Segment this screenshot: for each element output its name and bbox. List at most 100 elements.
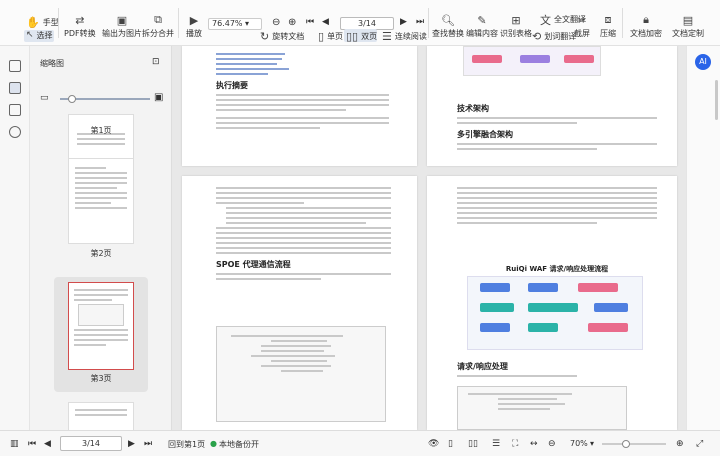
play-icon: ▶ (189, 13, 199, 27)
eye-icon[interactable]: 👁︎ (428, 439, 439, 449)
thumbnail-panel: 缩略图 ⊡ ▭ ▣ 第1页 第2页 第3页 (30, 46, 172, 430)
zoom-out-icon[interactable]: ⊖ (272, 17, 280, 28)
code-block (216, 326, 386, 422)
continuous-icon: ☰ (382, 30, 392, 43)
zoom-in-icon[interactable]: ⊕ (288, 17, 296, 28)
next-page-icon[interactable]: ▶ (128, 439, 135, 449)
double-page-button[interactable]: ▯▯ 双页 (346, 30, 377, 43)
single-page-button[interactable]: ▯ 单页 (318, 30, 343, 43)
left-rail (0, 46, 30, 430)
prev-page-icon[interactable]: ◀ (322, 17, 329, 27)
screenshot-button[interactable]: ✂ 截屏 (574, 12, 590, 39)
assistant-icon[interactable]: AI (695, 54, 711, 70)
hand-tool-button[interactable]: ✋ 手型 (26, 14, 59, 30)
page-1-left: 执行摘要 (182, 46, 417, 166)
fullscreen-icon[interactable]: ⤢ (696, 439, 703, 449)
scroll-view-icon[interactable]: ☰ (492, 439, 500, 449)
backup-status-icon: ● (210, 439, 217, 448)
compress-button[interactable]: ⧈ 压缩 (600, 12, 616, 39)
thumbnail-page-4[interactable] (68, 402, 134, 430)
fit-width-icon[interactable]: ↔ (530, 439, 538, 449)
comment-icon[interactable] (9, 126, 21, 138)
section-heading: 执行摘要 (216, 81, 248, 90)
sidebar-toggle-icon[interactable]: ▥ (10, 439, 19, 449)
backup-status[interactable]: 本地备份开 (219, 439, 259, 450)
flow-diagram (467, 276, 643, 350)
zoom-slider-handle[interactable] (622, 440, 630, 448)
find-replace-button[interactable]: 🔍︎ 查找替换 (432, 12, 464, 39)
customize-button[interactable]: ▤ 文档定制 (672, 12, 704, 39)
thumbnail-label: 第1页 (90, 126, 112, 135)
single-view-icon[interactable]: ▯ (448, 439, 453, 449)
code-block (457, 386, 627, 430)
thumbnail-label: 第3页 (90, 374, 112, 383)
thumb-small-icon[interactable]: ▭ (40, 93, 49, 103)
slider-handle[interactable] (68, 95, 76, 103)
cursor-icon: ↖ (26, 30, 34, 40)
select-tool-button[interactable]: ↖ 选择 (26, 29, 53, 41)
back-to-first-link[interactable]: 回到第1页 (168, 439, 205, 450)
thumb-large-icon[interactable]: ▣ (154, 92, 163, 103)
document-viewport[interactable]: 执行摘要 技术架构 多引擎融合架构 SPOE 代理通信流程 RuiQi WAF … (172, 46, 686, 430)
zoom-slider[interactable] (602, 443, 666, 445)
status-page-input[interactable]: 3/14 (60, 436, 122, 451)
section-subheading: 多引擎融合架构 (457, 130, 513, 139)
edit-content-button[interactable]: ✎ 编辑内容 (466, 12, 498, 39)
rotate-icon: ↻ (260, 30, 270, 43)
lock-icon: 🔒︎ (643, 13, 649, 26)
last-page-icon[interactable]: ⏭ (144, 439, 152, 449)
page-1-right: 技术架构 多引擎融合架构 (427, 46, 677, 166)
thumbnail-page-2[interactable] (68, 158, 134, 244)
first-page-icon[interactable]: ⏮ (28, 439, 36, 449)
panel-title: 缩略图 (40, 59, 64, 68)
scissors-icon: ✂ (577, 13, 587, 27)
thumbnail-page-3[interactable] (68, 282, 134, 370)
search-icon: 🔍︎ (441, 13, 455, 27)
thumbnail-label: 第2页 (90, 249, 112, 258)
bookmark-icon[interactable] (9, 60, 21, 72)
continuous-button[interactable]: ☰ 连续阅读 (382, 30, 427, 43)
rotate-button[interactable]: ↻ 旋转文档 (260, 30, 304, 43)
double-view-icon[interactable]: ▯▯ (468, 439, 478, 449)
ocr-table-button[interactable]: ⊞ 识别表格 (500, 12, 532, 39)
attachment-icon[interactable] (9, 104, 21, 116)
play-button[interactable]: ▶ 播放 (186, 12, 202, 39)
diagram-title: RuiQi WAF 请求/响应处理流程 (505, 265, 609, 273)
thumbnail-icon[interactable] (9, 82, 21, 94)
divider (58, 8, 59, 38)
right-rail: AI (686, 46, 720, 430)
pdf-convert-button[interactable]: ⇄ PDF转换 (64, 12, 96, 39)
edit-icon: ✎ (477, 13, 487, 27)
page-2-left: SPOE 代理通信流程 (182, 176, 417, 430)
pdf-convert-icon: ⇄ (75, 13, 85, 27)
section-subheading: 请求/响应处理 (457, 362, 508, 371)
divider (428, 8, 429, 38)
zoom-select[interactable]: 76.47% ▾ (208, 18, 262, 30)
export-image-button[interactable]: ▣ 输出为图片 (102, 12, 142, 39)
double-page-icon: ▯▯ (346, 30, 359, 43)
zoom-dropdown-icon[interactable]: ▾ (590, 439, 594, 448)
status-bar: ▥ ⏮ ◀ 3/14 ▶ ⏭ 回到第1页 ● 本地备份开 👁︎ ▯ ▯▯ ☰ ⛶… (0, 430, 720, 456)
fit-page-icon[interactable]: ⛶ (512, 439, 518, 449)
prev-page-icon[interactable]: ◀ (44, 439, 51, 449)
collapse-icon[interactable]: ⊡ (152, 57, 160, 67)
section-subheading: SPOE 代理通信流程 (216, 260, 291, 269)
compress-icon: ⧈ (604, 13, 612, 26)
last-page-icon[interactable]: ⏭ (416, 17, 424, 27)
word-translate-icon: ⟲ (532, 30, 542, 43)
customize-icon: ▤ (682, 13, 694, 27)
zoom-level[interactable]: 70% (570, 439, 588, 448)
zoom-out-icon[interactable]: ⊖ (548, 439, 556, 449)
single-page-icon: ▯ (318, 30, 325, 43)
zoom-in-icon[interactable]: ⊕ (676, 439, 684, 449)
scrollbar[interactable] (715, 80, 718, 120)
next-page-icon[interactable]: ▶ (400, 17, 407, 27)
encrypt-button[interactable]: 🔒︎ 文档加密 (630, 12, 662, 39)
architecture-diagram (463, 46, 601, 76)
divider (622, 8, 623, 38)
page-2-right: RuiQi WAF 请求/响应处理流程 请求/响应处理 (427, 176, 677, 430)
first-page-icon[interactable]: ⏮ (306, 17, 314, 27)
split-merge-button[interactable]: ⧉ 拆分合并 (142, 12, 174, 39)
split-merge-icon: ⧉ (154, 13, 162, 26)
word-translate-button[interactable]: ⟲ 划词翻译 (532, 30, 576, 43)
